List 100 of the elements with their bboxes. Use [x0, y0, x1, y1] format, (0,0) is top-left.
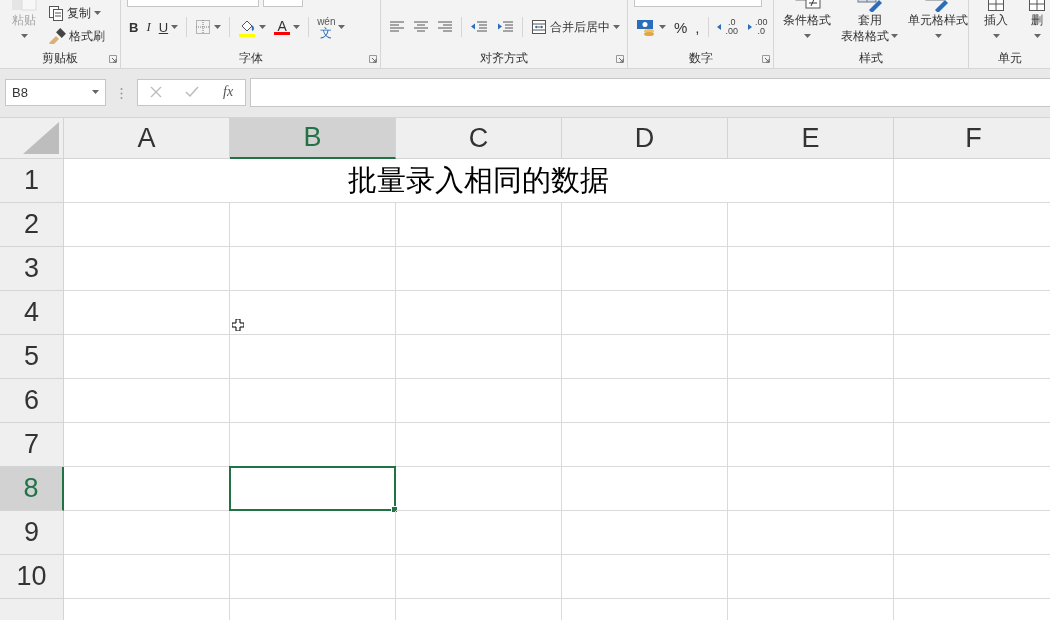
name-box[interactable]: B8: [5, 78, 106, 106]
row-header[interactable]: 9: [0, 511, 64, 555]
italic-button[interactable]: I: [144, 16, 153, 38]
grid-cell[interactable]: [396, 291, 562, 335]
grid-cell[interactable]: [562, 555, 728, 599]
grid-cell[interactable]: [728, 335, 894, 379]
table-format-button[interactable]: 套用 表格格式: [838, 0, 901, 50]
row-header[interactable]: 3: [0, 247, 64, 291]
cursor-icon: [232, 319, 244, 331]
brush-icon: [48, 28, 66, 44]
cell-style-button[interactable]: 单元格样式: [905, 0, 971, 50]
group-label: 单元: [997, 50, 1023, 66]
row-header[interactable]: 10: [0, 555, 64, 599]
conditional-format-button[interactable]: 条件格式: [780, 0, 834, 50]
dialog-launcher-icon[interactable]: [762, 55, 770, 63]
grid-cell[interactable]: [64, 423, 230, 467]
grid-cell[interactable]: [64, 379, 230, 423]
borders-icon: [195, 19, 212, 35]
grid-cell[interactable]: [64, 555, 230, 599]
column-header[interactable]: F: [894, 118, 1050, 159]
arrow-icon: [746, 23, 753, 31]
grid-cell[interactable]: [230, 247, 396, 291]
bold-button[interactable]: B: [127, 16, 141, 38]
grid-cell[interactable]: [64, 247, 230, 291]
column-header[interactable]: C: [396, 118, 562, 159]
grid-cell[interactable]: [728, 555, 894, 599]
decimal-more-button[interactable]: .0 .00: [714, 16, 741, 38]
row-header[interactable]: 2: [0, 203, 64, 247]
row-header[interactable]: 5: [0, 335, 64, 379]
grid-cell[interactable]: [64, 511, 230, 555]
grid-cell[interactable]: [396, 511, 562, 555]
grid-cell[interactable]: [64, 335, 230, 379]
painter-button[interactable]: 格式刷: [46, 25, 107, 47]
group-label: 对齐方式: [479, 50, 529, 66]
grid-cell[interactable]: [230, 335, 396, 379]
grid-cell[interactable]: [562, 203, 728, 247]
dialog-launcher-icon[interactable]: [616, 55, 624, 63]
grid-cell[interactable]: [562, 379, 728, 423]
phonetic-button[interactable]: wén 文: [315, 16, 348, 38]
indent-decrease-icon: [470, 20, 488, 34]
group-label: 剪贴板: [41, 50, 79, 66]
copy-button[interactable]: 复制: [46, 2, 107, 24]
grid-cell[interactable]: [728, 423, 894, 467]
grid-cell[interactable]: [396, 423, 562, 467]
grid-cell[interactable]: [230, 555, 396, 599]
dialog-launcher-icon[interactable]: [369, 55, 377, 63]
grid-cell[interactable]: [728, 511, 894, 555]
grid-cell[interactable]: [562, 247, 728, 291]
grid-cell[interactable]: [396, 203, 562, 247]
merged-cell[interactable]: 批量录入相同的数据: [64, 159, 894, 203]
row-header[interactable]: 8: [0, 467, 64, 511]
grid-cell[interactable]: [728, 247, 894, 291]
check-icon[interactable]: [185, 86, 200, 98]
grid-cell[interactable]: [728, 379, 894, 423]
row-header[interactable]: 7: [0, 423, 64, 467]
money-icon: [636, 18, 656, 36]
grid-cell[interactable]: [728, 467, 894, 511]
dialog-launcher-icon[interactable]: [109, 55, 117, 63]
grid-cell[interactable]: [562, 335, 728, 379]
grid-cell[interactable]: [396, 335, 562, 379]
underline-button[interactable]: U: [156, 16, 181, 38]
column-header[interactable]: B: [230, 118, 396, 159]
delete-button[interactable]: 删: [1025, 0, 1049, 50]
grid-cell[interactable]: [562, 511, 728, 555]
formula-input[interactable]: [250, 77, 1050, 107]
align-right-icon: [437, 20, 453, 34]
indent-increase-icon: [496, 20, 514, 34]
grid-cell[interactable]: [230, 511, 396, 555]
grid-cell[interactable]: [396, 555, 562, 599]
select-all-icon[interactable]: [23, 122, 59, 154]
percent-button[interactable]: %: [672, 16, 690, 38]
column-header[interactable]: D: [562, 118, 728, 159]
fill-handle[interactable]: [391, 506, 398, 513]
font-color-button[interactable]: A: [272, 16, 303, 38]
merge-button[interactable]: 合并后居中: [529, 16, 622, 38]
insert-button[interactable]: 插入: [981, 0, 1011, 50]
column-header[interactable]: E: [728, 118, 894, 159]
group-label: 样式: [858, 50, 884, 66]
insert-function-button[interactable]: fx: [223, 84, 234, 100]
grid-cell[interactable]: [64, 291, 230, 335]
grid-cell[interactable]: [230, 203, 396, 247]
selected-cell[interactable]: [229, 466, 396, 511]
grid-cell[interactable]: [562, 291, 728, 335]
column-header[interactable]: A: [64, 118, 230, 159]
grid-cell[interactable]: [562, 423, 728, 467]
close-icon[interactable]: [149, 86, 162, 98]
grid-cell[interactable]: [230, 379, 396, 423]
row-header[interactable]: 1: [0, 159, 64, 203]
grid-cell[interactable]: [728, 291, 894, 335]
decimal-less-button[interactable]: .00 .0: [744, 16, 770, 38]
group-label: 字体: [237, 50, 264, 66]
grid-cell[interactable]: [64, 203, 230, 247]
row-header[interactable]: 4: [0, 291, 64, 335]
row-header[interactable]: 6: [0, 379, 64, 423]
grid-cell[interactable]: [562, 467, 728, 511]
grid-cell[interactable]: [728, 203, 894, 247]
grid-cell[interactable]: [396, 379, 562, 423]
grid-cell[interactable]: [396, 247, 562, 291]
grid-cell[interactable]: [396, 467, 562, 511]
comma-button[interactable]: ,: [693, 16, 702, 38]
